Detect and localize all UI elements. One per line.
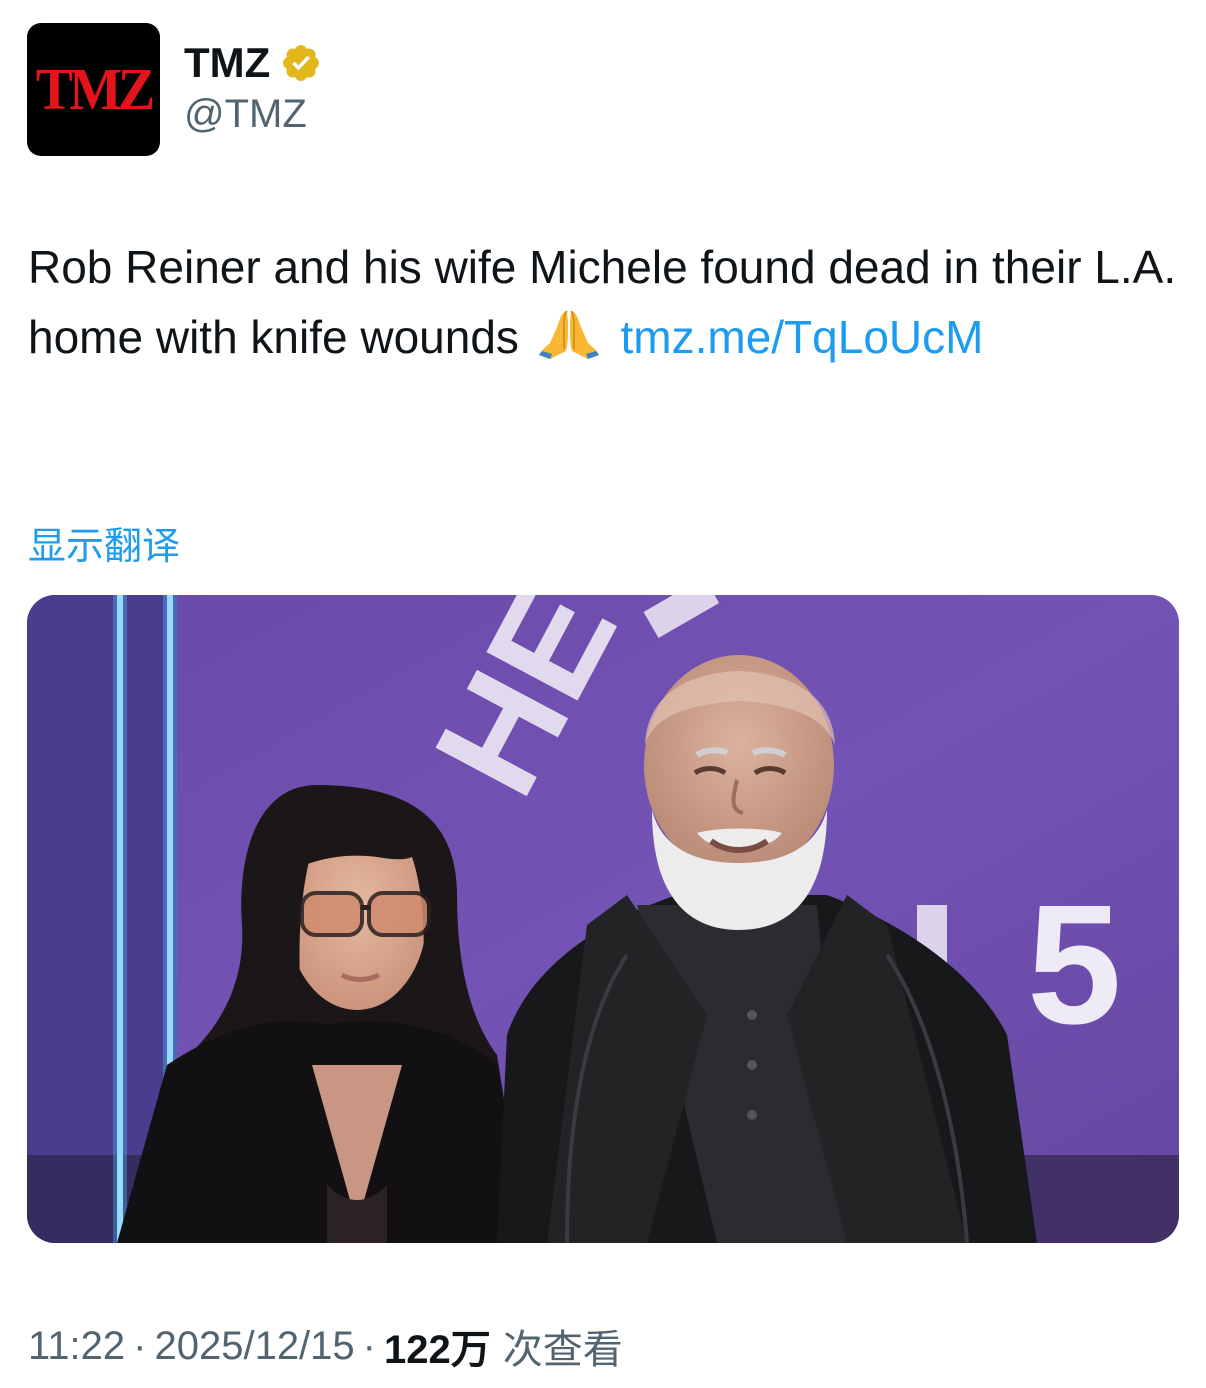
show-translation-link[interactable]: 显示翻译 bbox=[28, 515, 180, 570]
meta-separator: · bbox=[133, 1323, 147, 1368]
views-label: 次查看 bbox=[502, 1328, 623, 1372]
tweet-meta: 11:22 · 2025/12/15 · 122万 次查看 bbox=[28, 1318, 623, 1374]
tweet-link[interactable]: tmz.me/TqLoUcM bbox=[621, 311, 984, 363]
views-count: 122万 bbox=[384, 1328, 491, 1372]
tweet-date[interactable]: 2025/12/15 bbox=[154, 1324, 354, 1369]
tweet-body: Rob Reiner and his wife Michele found de… bbox=[28, 241, 1177, 363]
tweet-time[interactable]: 11:22 bbox=[28, 1324, 125, 1369]
display-name[interactable]: TMZ bbox=[184, 39, 270, 87]
handle[interactable]: @TMZ bbox=[184, 92, 307, 137]
tweet-image[interactable]: HE 5 bbox=[27, 595, 1179, 1243]
verified-badge-icon[interactable] bbox=[280, 42, 322, 84]
meta-separator: · bbox=[362, 1323, 376, 1368]
author-row: TMZ bbox=[184, 38, 322, 88]
tweet-text: Rob Reiner and his wife Michele found de… bbox=[28, 232, 1178, 372]
avatar[interactable]: TMZ bbox=[27, 23, 160, 156]
folded-hands-emoji-icon bbox=[538, 310, 599, 359]
tmz-logo: TMZ bbox=[35, 56, 156, 123]
photo-rob-and-michele-reiner: HE 5 bbox=[27, 595, 1179, 1243]
backdrop-digits-text: 5 bbox=[1027, 870, 1122, 1060]
